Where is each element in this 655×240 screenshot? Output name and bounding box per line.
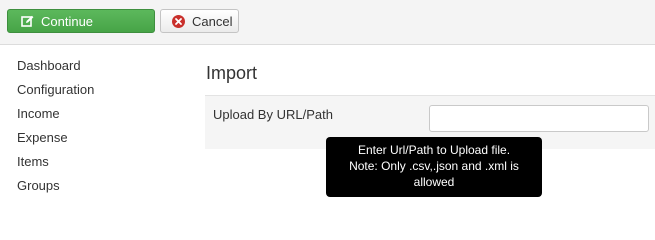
upload-hint-tooltip: Enter Url/Path to Upload file. Note: Onl…	[326, 137, 542, 197]
sidebar-item-expense[interactable]: Expense	[17, 130, 94, 154]
continue-button[interactable]: Continue	[7, 9, 155, 33]
cancel-circle-icon	[172, 14, 185, 28]
toolbar: Continue Cancel	[0, 0, 655, 45]
sidebar-nav: Dashboard Configuration Income Expense I…	[17, 58, 94, 202]
upload-url-label: Upload By URL/Path	[213, 107, 333, 122]
continue-label: Continue	[41, 13, 94, 29]
edit-icon	[21, 15, 34, 28]
sidebar-item-configuration[interactable]: Configuration	[17, 82, 94, 106]
page-title: Import	[206, 63, 258, 83]
tooltip-line: Enter Url/Path to Upload file.	[357, 143, 511, 157]
cancel-button[interactable]: Cancel	[160, 9, 239, 33]
tooltip-line: Note: Only .csv,.json and .xml is	[349, 159, 519, 173]
upload-url-input[interactable]	[429, 105, 649, 132]
cancel-label: Cancel	[192, 13, 233, 29]
tooltip-line: allowed	[413, 175, 455, 189]
sidebar-item-dashboard[interactable]: Dashboard	[17, 58, 94, 82]
sidebar-item-groups[interactable]: Groups	[17, 178, 94, 202]
sidebar-item-income[interactable]: Income	[17, 106, 94, 130]
sidebar-item-items[interactable]: Items	[17, 154, 94, 178]
